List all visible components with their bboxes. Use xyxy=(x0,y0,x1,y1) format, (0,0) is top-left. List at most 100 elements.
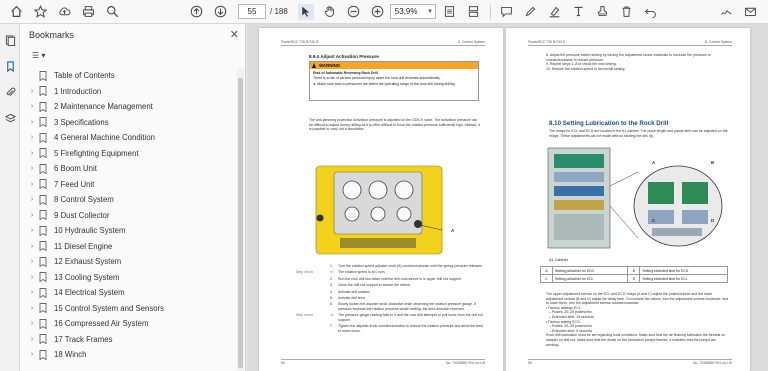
email-icon[interactable] xyxy=(742,4,758,20)
chevron-right-icon[interactable]: › xyxy=(25,212,39,219)
page-number-input[interactable]: 55 xyxy=(238,4,266,19)
table-row: C Setting pulse/min for ECL D Setting exten… xyxy=(540,274,728,283)
chevron-right-icon[interactable]: › xyxy=(25,181,39,188)
warning-header: WARNING xyxy=(310,62,478,69)
delete-icon[interactable] xyxy=(619,4,635,20)
close-icon[interactable]: ✕ xyxy=(230,28,239,41)
chevron-right-icon[interactable]: › xyxy=(25,320,39,327)
page-footer: 54 No. 73308990 R01 en-US xyxy=(281,359,485,365)
bookmark-icon xyxy=(39,148,48,159)
bookmark-item[interactable]: › 11 Diesel Engine xyxy=(20,239,236,255)
toolbar-divider xyxy=(489,4,491,19)
comment-icon[interactable] xyxy=(499,4,515,20)
chevron-right-icon[interactable]: › xyxy=(25,227,39,234)
bookmark-item[interactable]: › 2 Maintenance Management xyxy=(20,99,236,115)
bookmark-label: 17 Track Frames xyxy=(54,334,113,344)
zoom-level-select[interactable]: 53,9% ▾ xyxy=(389,4,436,19)
bookmark-item[interactable]: › 14 Electrical System xyxy=(20,285,236,301)
fit-page-icon[interactable] xyxy=(442,4,458,20)
chevron-right-icon[interactable]: › xyxy=(25,88,39,95)
a1-cabinet-table: A Setting pulse/min for ECG B Setting exten… xyxy=(540,266,728,283)
step-text: Slowly loosen the adjuster knob clockwis… xyxy=(338,302,476,311)
bookmarks-panel-icon[interactable] xyxy=(0,56,20,76)
page-thumbnails-icon[interactable] xyxy=(0,30,20,50)
bookmark-item[interactable]: Table of Contents xyxy=(20,68,236,84)
bookmark-item[interactable]: › 3 Specifications xyxy=(20,115,236,131)
bookmark-item[interactable]: › 4 General Machine Condition xyxy=(20,130,236,146)
select-cursor-icon[interactable] xyxy=(297,3,314,20)
header-right: 8. Control System xyxy=(705,40,732,44)
bookmark-item[interactable]: › 17 Track Frames xyxy=(20,332,236,348)
zoom-out-icon[interactable] xyxy=(346,4,362,20)
bookmark-item[interactable]: › 12 Exhaust System xyxy=(20,254,236,270)
procedure-step: 7. Tighten the adjuster knob counterclock… xyxy=(296,324,486,333)
bookmark-item[interactable]: › 6 Boom Unit xyxy=(20,161,236,177)
attachments-icon[interactable] xyxy=(0,82,20,102)
bookmark-icon xyxy=(39,132,48,144)
bookmark-label: 16 Compressed Air System xyxy=(54,319,149,329)
hand-tool-icon[interactable] xyxy=(322,4,338,20)
chevron-right-icon[interactable]: › xyxy=(25,351,39,358)
print-icon[interactable] xyxy=(80,4,96,20)
chevron-right-icon[interactable]: › xyxy=(25,305,39,312)
scroll-mode-icon[interactable] xyxy=(466,4,482,20)
bookmark-item[interactable]: › 1 Introduction xyxy=(20,84,236,100)
bookmark-label: 6 Boom Unit xyxy=(54,164,97,174)
bookmark-item[interactable]: › 8 Control System xyxy=(20,192,236,208)
step-result-label xyxy=(296,324,330,333)
cloud-upload-icon[interactable] xyxy=(56,4,72,20)
zoom-in-icon[interactable] xyxy=(370,4,386,20)
scrollbar-thumb[interactable] xyxy=(238,78,243,368)
highlight-icon[interactable] xyxy=(547,4,563,20)
sign-icon[interactable] xyxy=(718,4,734,20)
undo-icon[interactable] xyxy=(643,4,659,20)
page-55: PowerROC T35 R/T40 R 8. Control System 8… xyxy=(506,28,750,371)
page-total: / 188 xyxy=(270,7,288,16)
chevron-right-icon[interactable]: › xyxy=(25,165,39,172)
table-cell: Setting pulse/min for ECL xyxy=(551,274,629,283)
step-text: Tighten the adjuster knob counterclockwi… xyxy=(338,324,484,333)
document-view[interactable]: PowerROC T35 R/T40 R 8. Control System 8… xyxy=(247,24,768,371)
bookmark-item[interactable]: › 7 Feed Unit xyxy=(20,177,236,193)
bookmark-icon xyxy=(39,194,48,206)
chevron-right-icon[interactable]: › xyxy=(25,103,39,110)
bookmark-star-icon[interactable] xyxy=(32,4,48,20)
table-cell: B xyxy=(627,266,641,275)
chevron-right-icon[interactable]: › xyxy=(25,258,39,265)
step-number: 5. xyxy=(330,295,333,300)
bookmark-item[interactable]: › 9 Dust Collector xyxy=(20,208,236,224)
bookmark-item[interactable]: › 10 Hydraulic System xyxy=(20,223,236,239)
chevron-right-icon[interactable]: › xyxy=(25,289,39,296)
bookmark-item[interactable]: › 5 Firefighting Equipment xyxy=(20,146,236,162)
pen-icon[interactable] xyxy=(523,4,539,20)
bookmark-item[interactable]: › 18 Winch xyxy=(20,347,236,363)
chevron-right-icon[interactable]: › xyxy=(25,119,39,126)
chevron-right-icon[interactable]: › xyxy=(25,150,39,157)
text-edit-icon[interactable] xyxy=(571,4,587,20)
layers-icon[interactable] xyxy=(0,108,20,128)
bookmark-icon xyxy=(39,287,48,299)
previous-page-icon[interactable] xyxy=(188,4,204,20)
search-icon[interactable] xyxy=(104,4,120,20)
bookmark-item[interactable]: › 16 Compressed Air System xyxy=(20,316,236,332)
bookmark-label: 14 Electrical System xyxy=(54,288,125,298)
next-page-icon[interactable] xyxy=(212,4,228,20)
chevron-right-icon[interactable]: › xyxy=(25,243,39,250)
step-text: Activate drill rotation. xyxy=(338,289,371,294)
chevron-right-icon[interactable]: › xyxy=(25,274,39,281)
bookmark-options-button[interactable]: ☰ ▾ xyxy=(29,50,48,61)
bookmark-item[interactable]: › 15 Control System and Sensors xyxy=(20,301,236,317)
bookmark-label: 13 Cooling System xyxy=(54,272,120,282)
intro-paragraph: The relays for ECL and ECG are located i… xyxy=(549,129,728,138)
chevron-right-icon[interactable]: › xyxy=(25,196,39,203)
panel-title: Bookmarks xyxy=(29,30,75,40)
panel-scrollbar[interactable] xyxy=(237,68,244,371)
stamp-icon[interactable] xyxy=(595,4,611,20)
bookmark-icon xyxy=(39,256,48,268)
home-icon[interactable] xyxy=(8,4,24,20)
chevron-right-icon[interactable]: › xyxy=(25,134,39,141)
bookmark-label: 8 Control System xyxy=(54,195,114,205)
header-right: 8. Control System xyxy=(458,40,485,44)
chevron-right-icon[interactable]: › xyxy=(25,336,39,343)
bookmark-item[interactable]: › 13 Cooling System xyxy=(20,270,236,286)
